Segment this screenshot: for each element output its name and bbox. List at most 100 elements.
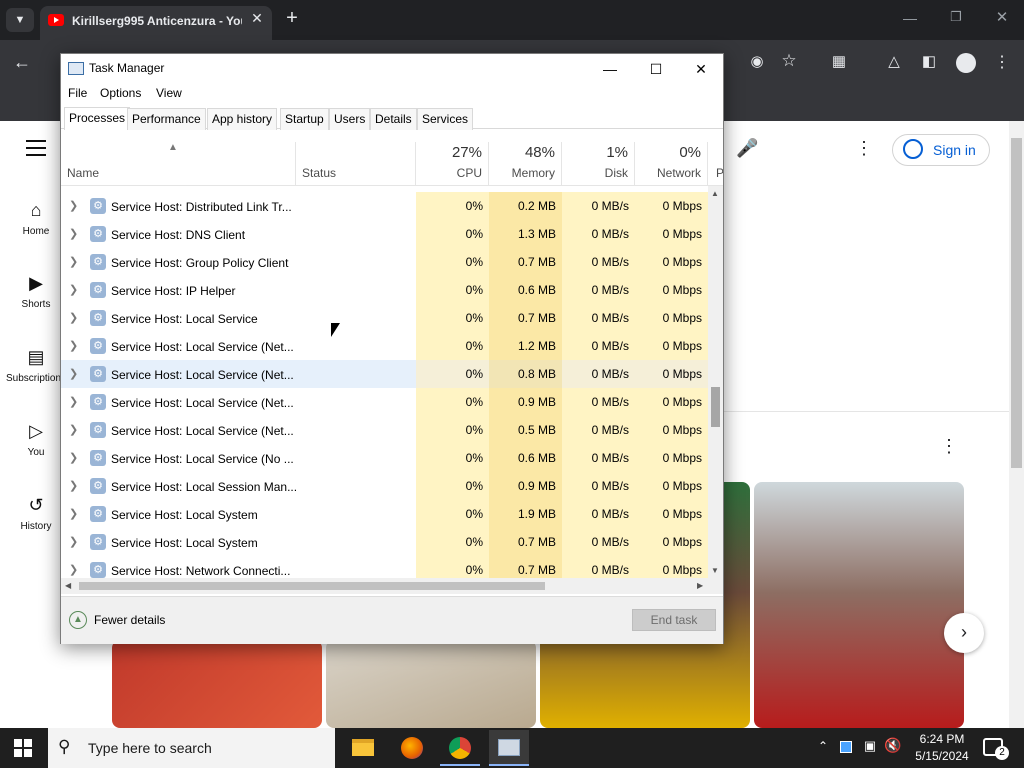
shelf-more-icon[interactable]: ⋮ [940, 436, 958, 457]
service-gear-icon: ⚙ [90, 422, 106, 438]
table-row[interactable]: ❯ ⚙ Service Host: Local Service (Net... 0% 0… [61, 360, 708, 388]
table-row[interactable]: ❯ ⚙ Service Host: Local Service (Net... 0% 0… [61, 416, 708, 444]
disk-cell: 0 MB/s [562, 416, 635, 444]
scroll-left-icon[interactable]: ◀ [65, 581, 71, 590]
tab-details[interactable]: Details [370, 108, 417, 130]
scroll-down-icon[interactable]: ▼ [711, 566, 719, 575]
scroll-right-icon[interactable]: ▶ [697, 581, 703, 590]
youtube-favicon-icon [48, 14, 64, 26]
table-row[interactable]: ❯ ⚙ Service Host: Local Service 0% 0.7 MB 0 M… [61, 304, 708, 332]
expand-chevron-icon[interactable]: ❯ [69, 311, 78, 324]
hide-eye-icon[interactable]: ◉ [747, 52, 767, 70]
tray-app-icon[interactable] [840, 741, 852, 753]
table-row[interactable]: ❯ ⚙ Service Host: Local System 0% 0.7 MB 0 MB… [61, 528, 708, 556]
file-explorer-icon[interactable] [343, 730, 383, 766]
network-icon[interactable]: ▣ [862, 738, 878, 754]
back-icon[interactable]: ← [12, 52, 32, 73]
tab-processes[interactable]: Processes [64, 107, 131, 130]
tab-services[interactable]: Services [417, 108, 474, 130]
shelf-next-icon[interactable]: › [944, 613, 984, 653]
side-panel-icon[interactable]: ◧ [919, 52, 939, 70]
scroll-up-icon[interactable]: ▲ [711, 189, 719, 198]
expand-chevron-icon[interactable]: ❯ [69, 423, 78, 436]
taskbar-clock[interactable]: 6:24 PM 5/15/2024 [907, 731, 977, 765]
extensions-icon[interactable]: ▦ [829, 52, 849, 70]
tab-close-icon[interactable]: ✕ [249, 10, 265, 27]
restore-icon[interactable]: ❐ [946, 9, 966, 25]
expand-chevron-icon[interactable]: ❯ [69, 563, 78, 576]
task-manager-taskbar-icon[interactable] [489, 730, 529, 766]
column-disk-header[interactable]: 1% Disk [562, 142, 635, 186]
expand-chevron-icon[interactable]: ❯ [69, 479, 78, 492]
table-row[interactable]: ❯ ⚙ Service Host: Local Service (No ... 0% 0… [61, 444, 708, 472]
end-task-button[interactable]: End task [632, 609, 716, 631]
expand-chevron-icon[interactable]: ❯ [69, 451, 78, 464]
task-manager-window[interactable]: Task Manager — ☐ ✕ File Options View Pro… [60, 53, 724, 644]
column-status-header[interactable]: Status [296, 142, 416, 186]
expand-chevron-icon[interactable]: ❯ [69, 283, 78, 296]
expand-chevron-icon[interactable]: ❯ [69, 199, 78, 212]
memory-cell: 0.7 MB [489, 304, 562, 332]
windows-start-icon[interactable] [14, 739, 32, 757]
process-name: Service Host: Local Service (Net... [111, 424, 294, 438]
table-row[interactable]: ❯ ⚙ Service Host: Local Session Man... 0% 0.… [61, 472, 708, 500]
horizontal-scroll-thumb[interactable] [79, 582, 545, 590]
table-row[interactable]: ❯ ⚙ Service Host: Local Service (Net... 0% 0… [61, 388, 708, 416]
tm-maximize-icon[interactable]: ☐ [633, 54, 679, 84]
fewer-details-icon[interactable]: ▲ [69, 611, 87, 629]
disk-cell: 0 MB/s [562, 304, 635, 332]
more-options-icon[interactable]: ⋮ [855, 138, 873, 159]
profile-icon[interactable] [956, 53, 976, 73]
voice-search-icon[interactable]: 🎤 [736, 138, 758, 160]
expand-chevron-icon[interactable]: ❯ [69, 255, 78, 268]
tab-search-button[interactable]: ▼ [6, 8, 34, 32]
process-list-scrollbar[interactable] [708, 186, 723, 578]
tm-minimize-icon[interactable]: — [587, 54, 633, 84]
column-memory-header[interactable]: 48% Memory [489, 142, 562, 186]
close-icon[interactable]: ✕ [992, 8, 1012, 26]
video-thumbnail[interactable] [112, 640, 322, 728]
chrome-icon[interactable] [440, 730, 480, 766]
column-name-header[interactable]: ▲ Name [61, 142, 296, 186]
firefox-icon[interactable] [392, 730, 432, 766]
hamburger-menu-icon[interactable] [26, 140, 46, 156]
expand-chevron-icon[interactable]: ❯ [69, 395, 78, 408]
table-row[interactable]: ❯ ⚙ Service Host: Network Connecti... 0% 0.7… [61, 556, 708, 578]
new-tab-icon[interactable]: + [282, 7, 302, 30]
chrome-menu-icon[interactable]: ⋮ [992, 52, 1012, 72]
video-thumbnail[interactable] [326, 640, 536, 728]
tm-close-icon[interactable]: ✕ [678, 54, 724, 84]
expand-chevron-icon[interactable]: ❯ [69, 339, 78, 352]
fewer-details-link[interactable]: Fewer details [94, 613, 165, 627]
show-hidden-icons-icon[interactable]: ⌃ [815, 739, 831, 753]
menu-options[interactable]: Options [100, 86, 141, 100]
column-name-label: Name [67, 166, 100, 180]
tab-users[interactable]: Users [329, 108, 371, 130]
table-row[interactable]: ❯ ⚙ Service Host: IP Helper 0% 0.6 MB 0 MB/s 0… [61, 276, 708, 304]
video-thumbnail[interactable] [754, 482, 964, 728]
labs-flask-icon[interactable]: △ [884, 52, 904, 70]
column-network-header[interactable]: 0% Network [635, 142, 708, 186]
page-scrollbar-thumb[interactable] [1011, 138, 1022, 468]
tab-app-history[interactable]: App history [207, 108, 278, 130]
bookmark-star-icon[interactable]: ☆ [779, 51, 799, 71]
table-row[interactable]: ❯ ⚙ Service Host: Local System 0% 1.9 MB 0 MB… [61, 500, 708, 528]
menu-file[interactable]: File [68, 86, 87, 100]
table-row[interactable]: ❯ ⚙ Service Host: Group Policy Client 0% 0.7… [61, 248, 708, 276]
minimize-icon[interactable]: — [900, 10, 920, 26]
disk-cell: 0 MB/s [562, 500, 635, 528]
column-power-header[interactable]: P [708, 142, 723, 186]
process-list-scroll-thumb[interactable] [711, 387, 720, 427]
expand-chevron-icon[interactable]: ❯ [69, 507, 78, 520]
expand-chevron-icon[interactable]: ❯ [69, 535, 78, 548]
expand-chevron-icon[interactable]: ❯ [69, 367, 78, 380]
menu-view[interactable]: View [156, 86, 182, 100]
tab-startup[interactable]: Startup [280, 108, 329, 130]
table-row[interactable]: ❯ ⚙ Service Host: Distributed Link Tr... 0%… [61, 192, 708, 220]
column-cpu-header[interactable]: 27% CPU [416, 142, 489, 186]
expand-chevron-icon[interactable]: ❯ [69, 227, 78, 240]
table-row[interactable]: ❯ ⚙ Service Host: DNS Client 0% 1.3 MB 0 MB/s… [61, 220, 708, 248]
table-row[interactable]: ❯ ⚙ Service Host: Local Service (Net... 0% 1… [61, 332, 708, 360]
tab-performance[interactable]: Performance [127, 108, 206, 130]
volume-muted-icon[interactable]: 🔇 [884, 737, 902, 754]
